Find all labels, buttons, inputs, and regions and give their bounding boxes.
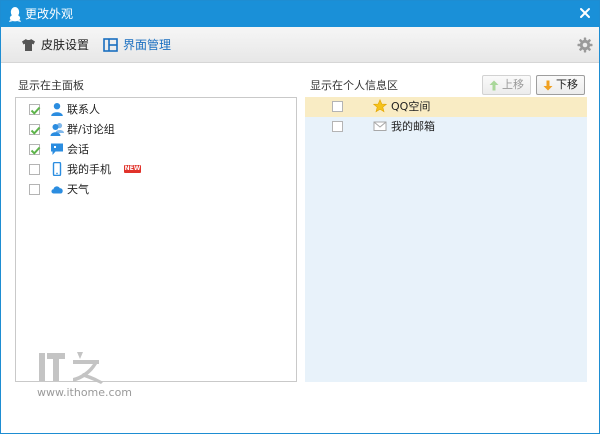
checkmark-icon — [30, 106, 41, 115]
move-up-label: 上移 — [502, 78, 524, 91]
checkmark-icon — [30, 126, 41, 135]
item-label: 我的邮箱 — [391, 120, 435, 133]
ithome-watermark: www.ithome.com — [37, 349, 147, 401]
gear-icon[interactable] — [577, 37, 593, 53]
list-item-contacts[interactable]: 联系人 — [16, 100, 296, 120]
change-appearance-window: 更改外观 皮肤设置 界面管理 显示在主面板 显示在个人信息区 上移 下移 联系人… — [0, 0, 600, 434]
mail-icon — [373, 121, 387, 131]
checkbox[interactable] — [332, 101, 343, 112]
item-label: 联系人 — [67, 103, 100, 116]
contact-icon — [51, 103, 63, 116]
arrow-up-icon — [489, 80, 499, 91]
main-panel-label: 显示在主面板 — [18, 79, 84, 92]
title-bar[interactable]: 更改外观 — [1, 1, 599, 27]
checkbox[interactable] — [29, 104, 41, 115]
arrow-down-icon — [543, 80, 553, 91]
checkbox[interactable] — [29, 144, 41, 155]
tab-label: 皮肤设置 — [41, 38, 90, 52]
item-label: QQ空间 — [391, 100, 431, 113]
qq-penguin-icon — [9, 7, 21, 22]
list-item-groups[interactable]: 群/讨论组 — [16, 120, 296, 140]
checkbox[interactable] — [29, 124, 41, 135]
move-down-label: 下移 — [556, 78, 578, 91]
layout-icon — [103, 38, 118, 52]
checkbox[interactable] — [332, 121, 343, 132]
list-item-my-mailbox[interactable]: 我的邮箱 — [305, 117, 587, 137]
item-label: 会话 — [67, 143, 89, 156]
tshirt-icon — [22, 39, 35, 51]
tab-skin-settings[interactable]: 皮肤设置 — [21, 37, 90, 53]
watermark-url: www.ithome.com — [37, 386, 133, 399]
main-panel-list: 联系人 群/讨论组 会话 我的手机 NEW 天气 — [15, 97, 297, 382]
close-icon[interactable] — [577, 5, 593, 21]
group-icon — [50, 123, 64, 136]
item-label: 群/讨论组 — [67, 123, 115, 136]
tab-label: 界面管理 — [123, 38, 172, 52]
chat-icon — [51, 143, 63, 155]
toolbar: 皮肤设置 界面管理 — [1, 27, 599, 63]
tab-interface-management[interactable]: 界面管理 — [103, 37, 172, 53]
list-item-qzone[interactable]: QQ空间 — [305, 97, 587, 117]
new-badge: NEW — [124, 165, 141, 173]
window-title: 更改外观 — [25, 7, 74, 21]
checkbox[interactable] — [29, 184, 40, 195]
checkmark-icon — [30, 146, 41, 155]
profile-area-list: QQ空间 我的邮箱 — [305, 97, 587, 382]
item-label: 天气 — [67, 183, 89, 196]
move-up-button[interactable]: 上移 — [482, 75, 531, 95]
item-label: 我的手机 — [67, 163, 111, 176]
list-item-weather[interactable]: 天气 — [16, 180, 296, 200]
ithome-logo — [39, 352, 103, 384]
profile-area-label: 显示在个人信息区 — [310, 79, 398, 92]
cloud-icon — [51, 186, 63, 194]
move-down-button[interactable]: 下移 — [536, 75, 585, 95]
star-icon — [373, 99, 387, 113]
list-item-my-phone[interactable]: 我的手机 NEW — [16, 160, 296, 180]
list-item-conversations[interactable]: 会话 — [16, 140, 296, 160]
phone-icon — [52, 162, 62, 176]
checkbox[interactable] — [29, 164, 40, 175]
